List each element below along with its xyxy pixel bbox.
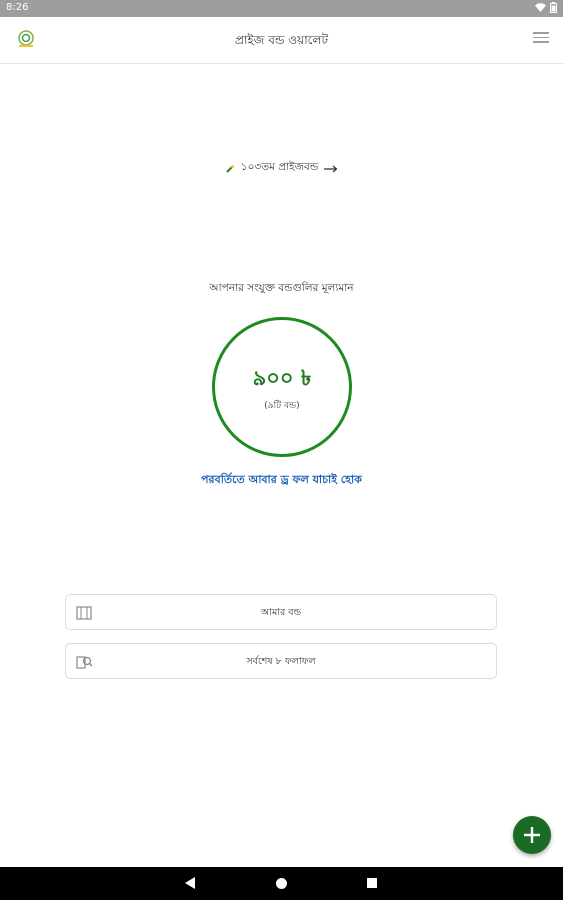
wifi-icon	[535, 2, 546, 12]
back-icon[interactable]	[185, 877, 196, 889]
check-results-link[interactable]: পরবর্তিতে আবার ড্র ফল যাচাই হোক	[0, 471, 563, 490]
draw-link-label: ১০৩তম প্রাইজবন্ড	[240, 161, 319, 173]
my-bonds-button[interactable]: আমার বন্ড	[65, 594, 497, 630]
bond-value-amount: ৯০০ ৳	[252, 366, 312, 390]
arrow-right-icon	[324, 165, 338, 172]
system-nav-bar	[0, 867, 563, 900]
battery-icon	[550, 2, 557, 13]
sparkle-icon	[226, 164, 234, 173]
screen: 8:26 প্রাইজ বন্ড ওয়ালেট ১০৩তম প্রাইজবন্…	[0, 0, 563, 900]
bond-count: (৯টি বন্ড)	[264, 401, 300, 411]
app-title: প্রাইজ বন্ড ওয়ালেট	[235, 33, 328, 47]
latest-results-button[interactable]: সর্বশেষ ৮ ফলাফল	[65, 643, 497, 679]
plus-icon	[524, 827, 540, 843]
summary-label: আপনার সংযুক্ত বন্ডগুলির মূল্যমান	[209, 282, 354, 294]
status-icons	[535, 2, 557, 13]
bond-value-circle: ৯০০ ৳ (৯টি বন্ড)	[212, 317, 352, 457]
recents-icon[interactable]	[367, 878, 377, 888]
status-bar: 8:26	[0, 0, 563, 17]
my-bonds-label: আমার বন্ড	[260, 607, 302, 618]
draw-link[interactable]: ১০৩তম প্রাইজবন্ড	[0, 160, 563, 177]
status-time: 8:26	[6, 2, 29, 13]
app-bar: প্রাইজ বন্ড ওয়ালেট	[0, 17, 563, 64]
add-bond-button[interactable]	[513, 816, 551, 854]
latest-results-label: সর্বশেষ ৮ ফলাফল	[246, 656, 316, 667]
menu-icon[interactable]	[533, 32, 549, 46]
home-icon[interactable]	[276, 878, 287, 889]
